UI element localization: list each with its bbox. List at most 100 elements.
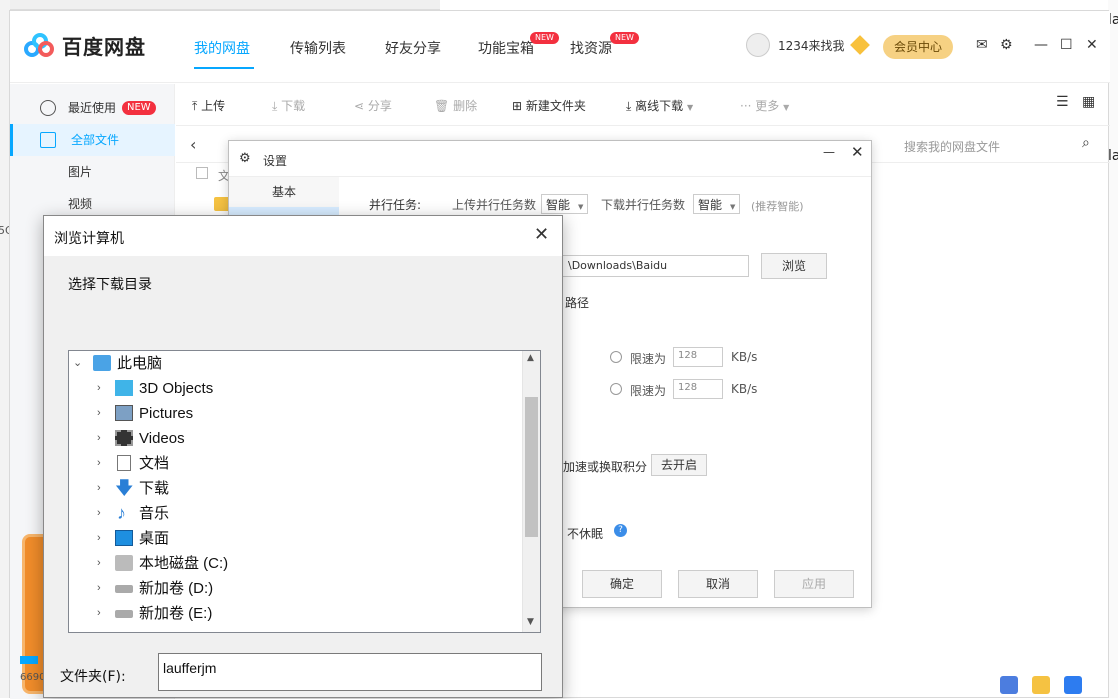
settings-title-bar: ⚙ 设置 — ✕ [229,141,871,177]
download-parallel-select[interactable]: 智能 [693,194,741,214]
gear-icon: ⚙ [239,151,251,166]
drive-icon [115,555,133,571]
desktop-icon [115,530,133,546]
delete-button[interactable]: 🗑 删除 [434,97,477,114]
chevron-right-icon[interactable]: › [97,576,101,601]
limit-field-2[interactable]: 128 [673,379,723,399]
scroll-down-icon[interactable]: ▼ [527,617,534,627]
nav-transfer-list[interactable]: 传输列表 [290,38,346,58]
documents-icon [117,455,131,471]
videos-icon [115,430,133,446]
chevron-right-icon[interactable]: › [97,376,101,401]
username: 1234来找我 [778,38,845,53]
close-icon[interactable]: ✕ [534,224,549,245]
select-all-checkbox[interactable] [196,167,208,179]
minimize-icon[interactable]: — [823,145,835,159]
maximize-icon[interactable]: ☐ [1060,37,1073,53]
settings-nav-basic[interactable]: 基本 [229,177,339,207]
upload-parallel-select[interactable]: 智能 [541,194,589,214]
offline-download-button[interactable]: ⤓ 离线下载 ▼ [626,97,693,114]
toolbar: ⤒ 上传 ⤓ 下载 ⋖ 分享 🗑 删除 ⊞ 新建文件夹 ⤓ 离线下载 ▼ ···… [176,84,1110,126]
search-icon[interactable]: ⌕ [1082,135,1090,151]
vertical-scrollbar[interactable]: ▲ ▼ [522,351,540,632]
unit-label: KB/s [731,382,758,396]
apps-icon[interactable] [1000,676,1018,694]
folder-tree[interactable]: ⌄ 此电脑 › 3D Objects › Pictures › Videos ›… [68,350,541,633]
minimize-icon[interactable]: — [1034,37,1048,53]
scroll-up-icon[interactable]: ▲ [527,353,534,363]
upload-parallel-label: 上传并行任务数 [452,198,537,212]
nav-active-indicator [194,67,254,69]
limit-label: 限速为 [630,384,667,398]
upload-folder-icon[interactable] [1032,676,1050,694]
sidebar-item-label: 视频 [68,197,93,211]
new-folder-button[interactable]: ⊞ 新建文件夹 [512,97,586,114]
download-button[interactable]: ⤓ 下载 [272,97,305,114]
close-icon[interactable]: ✕ [851,143,864,161]
download-parallel-label: 下载并行任务数 [601,198,686,212]
unit-label: KB/s [731,350,758,364]
share-button[interactable]: ⋖ 分享 [354,97,392,114]
new-badge: NEW [610,32,639,44]
grid-view-icon[interactable]: ▦ [1082,94,1095,110]
user-info[interactable]: 1234来找我 [746,33,870,57]
path-label-tail: 路径 [565,296,590,310]
background-window-top [0,0,440,10]
apply-button[interactable]: 应用 [774,570,854,598]
search-input[interactable]: 搜索我的网盘文件 [904,138,1000,155]
limit-field-1[interactable]: 128 [673,347,723,367]
chevron-right-icon[interactable]: › [97,476,101,501]
storage-text: 6690 [20,672,46,683]
folder-label: 文件夹(F): [60,669,126,685]
sidebar-item-recent[interactable]: 最近使用 NEW [10,92,175,124]
pictures-icon [115,405,133,421]
app-logo: 百度网盘 [24,31,146,60]
gear-icon[interactable]: ⚙ [1000,37,1013,53]
recommend-hint: (推荐智能) [751,200,804,213]
music-icon: ♪ [117,503,126,523]
sidebar-item-images[interactable]: 图片 [10,156,175,188]
sidebar-item-label: 图片 [68,165,93,179]
help-icon[interactable]: ? [614,524,627,537]
nav-friend-share[interactable]: 好友分享 [385,38,441,58]
drive-icon [115,585,133,593]
nav-my-disk[interactable]: 我的网盘 [194,38,250,58]
browse-button[interactable]: 浏览 [761,253,827,279]
chevron-right-icon[interactable]: › [97,526,101,551]
chevron-right-icon[interactable]: › [97,501,101,526]
sidebar-item-label: 最近使用 [68,101,117,115]
mail-icon[interactable]: ✉ [976,37,988,53]
lock-icon[interactable] [1064,676,1082,694]
browse-computer-dialog: 浏览计算机 ✕ 选择下载目录 ⌄ 此电脑 › 3D Objects › Pict… [43,215,563,698]
folder-input[interactable]: laufferjm [158,653,542,691]
enable-button[interactable]: 去开启 [651,454,707,476]
scrollbar-thumb[interactable] [525,397,538,537]
new-badge: NEW [122,101,156,115]
cancel-button[interactable]: 取消 [678,570,758,598]
more-button[interactable]: ··· 更多 ▼ [740,97,789,114]
ok-button[interactable]: 确定 [582,570,662,598]
vip-level-icon [849,35,870,55]
chevron-right-icon[interactable]: › [97,401,101,426]
nav-toolbox[interactable]: 功能宝箱 [478,38,534,58]
sort-icon[interactable]: ☰ [1056,94,1069,110]
close-icon[interactable]: ✕ [1086,37,1098,53]
download-path-field[interactable]: \Downloads\Baidu [561,255,749,277]
sidebar-item-all-files[interactable]: 全部文件 [10,124,175,156]
nav-find-resources[interactable]: 找资源 [570,38,612,58]
chevron-right-icon[interactable]: › [97,426,101,451]
sleep-text: 不休眠 [567,527,604,541]
top-bar: 百度网盘 我的网盘 传输列表 好友分享 功能宝箱 NEW 找资源 NEW 123… [10,11,1110,83]
upload-button[interactable]: ⤒ 上传 [192,97,225,114]
chevron-right-icon[interactable]: › [97,551,101,576]
avatar[interactable] [746,33,770,57]
vip-center-button[interactable]: 会员中心 [883,35,953,59]
chevron-right-icon[interactable]: › [97,451,101,476]
back-icon[interactable]: ‹ [190,135,196,154]
chevron-right-icon[interactable]: › [97,601,101,626]
limit-radio-1[interactable] [610,351,622,363]
limit-label: 限速为 [630,352,667,366]
chevron-down-icon[interactable]: ⌄ [73,351,82,376]
new-badge: NEW [530,32,559,44]
limit-radio-2[interactable] [610,383,622,395]
